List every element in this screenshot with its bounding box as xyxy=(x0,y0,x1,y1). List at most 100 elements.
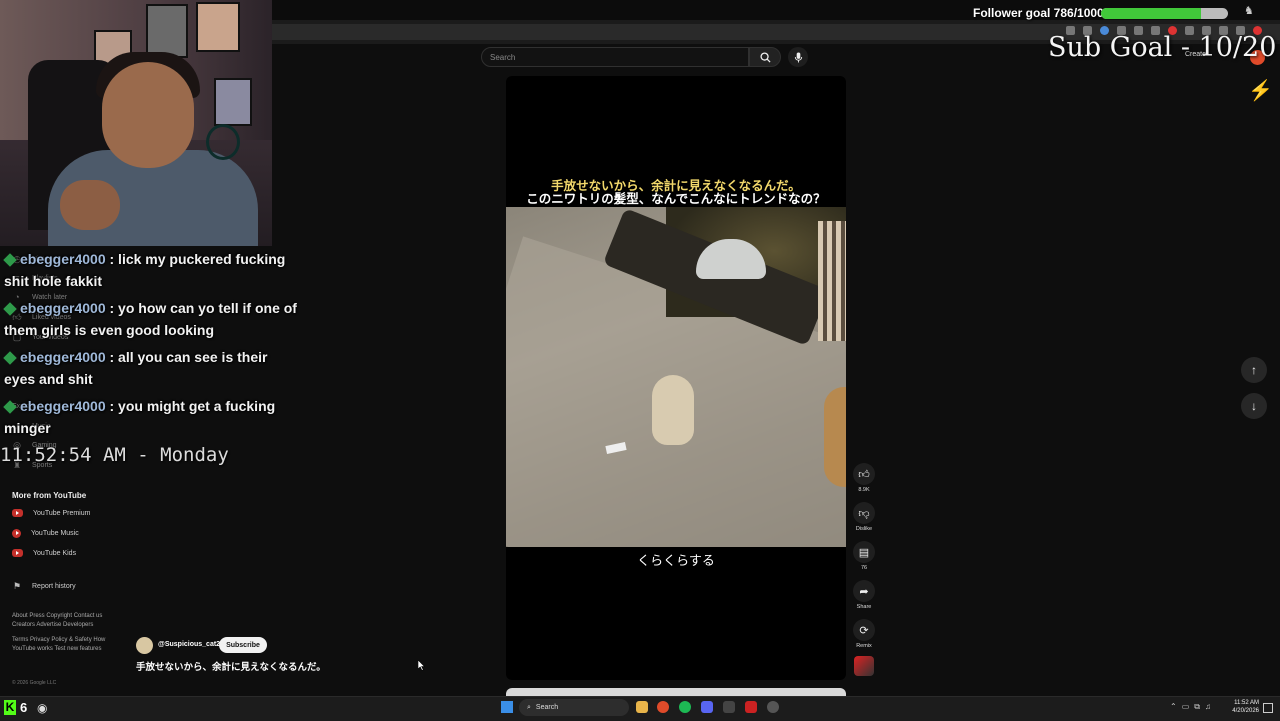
channel-name[interactable]: @Suspicious_cat2 xyxy=(158,641,220,648)
eye-icon: ◉ xyxy=(37,701,48,715)
sub-goal-label: Sub Goal - 10/20 xyxy=(1048,32,1277,63)
wall-poster xyxy=(214,78,252,126)
sidebar-item-youtube-music[interactable]: YouTube Music xyxy=(12,529,79,538)
kick-icon: K xyxy=(4,700,16,715)
chrome-icon[interactable] xyxy=(657,701,669,713)
dislike-label: Dislike xyxy=(855,526,873,532)
footer-links-primary[interactable]: About Press Copyright Contact us Creator… xyxy=(12,612,112,630)
streamer-hand xyxy=(60,180,120,230)
copyright: © 2026 Google LLC xyxy=(12,680,57,686)
chat-message: ebegger4000 : you might get a fucking mi… xyxy=(3,395,300,439)
search-icon: ⌕ xyxy=(527,703,531,711)
windows-start-icon[interactable] xyxy=(501,701,513,713)
chat-message: ebegger4000 : all you can see is their e… xyxy=(3,346,300,390)
taskbar-time: 11:52 AM xyxy=(1234,700,1259,706)
channel-avatar[interactable] xyxy=(136,637,153,654)
stream-chat: ebegger4000 : lick my puckered fucking s… xyxy=(3,248,300,444)
next-short-button[interactable]: ↓ xyxy=(1241,393,1267,419)
stream-clock: 11:52:54 AM - Monday xyxy=(0,444,229,466)
sidebar-item-youtube-kids[interactable]: YouTube Kids xyxy=(12,549,76,557)
video-title[interactable]: 手放せないから、余計に見えなくなるんだ。 xyxy=(136,659,326,673)
share-icon: ➦ xyxy=(853,580,875,602)
youtube-kids-icon xyxy=(12,549,23,557)
wall-poster xyxy=(146,4,188,58)
caption-bottom: くらくらする xyxy=(637,553,715,568)
audio-app-icon[interactable] xyxy=(723,701,735,713)
share-button[interactable]: ➦ Share xyxy=(852,580,876,610)
sidebar-item-youtube-premium[interactable]: YouTube Premium xyxy=(12,509,90,517)
remix-label: Remix xyxy=(856,643,872,649)
thumbs-up-icon: 👍︎ xyxy=(853,463,875,485)
system-tray[interactable]: ⌃▭⧉♫ xyxy=(1170,702,1216,712)
video-frame[interactable] xyxy=(506,207,846,547)
share-label: Share xyxy=(856,604,872,610)
subscriber-badge-icon xyxy=(3,253,17,268)
subscribe-button[interactable]: Subscribe xyxy=(219,637,267,653)
lightning-icon: ⚡ xyxy=(1248,80,1273,102)
follower-goal-bar xyxy=(1101,8,1228,19)
sidebar-item-label: YouTube Premium xyxy=(33,509,91,517)
chat-message: ebegger4000 : lick my puckered fucking s… xyxy=(3,248,300,292)
sidebar-item-label: YouTube Music xyxy=(31,530,79,537)
chat-username: ebegger4000 xyxy=(20,398,106,414)
chat-username: ebegger4000 xyxy=(20,251,106,267)
youtube-premium-icon xyxy=(12,509,23,517)
arrow-down-icon: ↓ xyxy=(1251,399,1257,413)
discord-icon[interactable] xyxy=(701,701,713,713)
like-count: 8.9K xyxy=(858,487,870,493)
remix-button[interactable]: ⟳ Remix xyxy=(852,619,876,649)
wall-poster xyxy=(196,2,240,52)
previous-short-button[interactable]: ↑ xyxy=(1241,357,1267,383)
spotify-icon[interactable] xyxy=(679,701,691,713)
follower-goal-label: Follower goal 786/1000 xyxy=(973,6,1104,20)
subscriber-badge-icon xyxy=(3,351,17,366)
sidebar-item-label: Report history xyxy=(32,582,76,590)
chat-message: ebegger4000 : yo how can yo tell if one … xyxy=(3,297,300,341)
subscriber-badge-icon xyxy=(3,302,17,317)
headset xyxy=(206,124,240,160)
shorts-player[interactable]: 手放せないから、余計に見えなくなるんだ。 このニワトリの髪型、なんでこんなにトレ… xyxy=(506,76,846,680)
like-button[interactable]: 👍︎ 8.9K xyxy=(852,463,876,493)
remix-icon: ⟳ xyxy=(853,619,875,641)
file-explorer-icon[interactable] xyxy=(636,701,648,713)
second-chicken xyxy=(824,387,846,487)
footer-links[interactable]: About Press Copyright Contact us Creator… xyxy=(12,612,112,654)
taskbar-search[interactable]: ⌕ Search xyxy=(519,699,629,716)
app-icon[interactable] xyxy=(767,701,779,713)
search-input[interactable]: Search xyxy=(481,47,749,67)
caption-yellow: 手放せないから、余計に見えなくなるんだ。 xyxy=(551,179,801,193)
youtube-music-icon xyxy=(12,529,21,538)
kick-logo-icon: ♞ xyxy=(1244,5,1254,17)
search-icon xyxy=(759,51,771,63)
taskbar-date: 4/20/2026 xyxy=(1232,708,1259,714)
webcam-feed xyxy=(0,0,272,246)
footer-links-secondary[interactable]: Terms Privacy Policy & Safety How YouTub… xyxy=(12,636,112,654)
voice-search-button[interactable] xyxy=(788,47,808,67)
chat-username: ebegger4000 xyxy=(20,349,106,365)
follower-goal-fill xyxy=(1101,8,1201,19)
taskbar-clock[interactable]: 11:52 AM 4/20/2026 xyxy=(1231,699,1259,715)
comment-count: 76 xyxy=(860,565,868,571)
wooden-fence xyxy=(818,221,846,341)
subscriber-badge-icon xyxy=(3,400,17,415)
flag-icon: ⚑ xyxy=(12,580,22,591)
sidebar-item-label: YouTube Kids xyxy=(33,549,77,557)
viewer-count: 6 xyxy=(20,700,28,715)
more-from-youtube-heading: More from YouTube xyxy=(12,491,87,500)
mouse-cursor-icon xyxy=(418,660,425,671)
sound-thumbnail[interactable] xyxy=(854,656,874,676)
comments-button[interactable]: ▤ 76 xyxy=(852,541,876,571)
comment-icon: ▤ xyxy=(853,541,875,563)
chicken xyxy=(652,375,694,445)
recording-app-icon[interactable] xyxy=(745,701,757,713)
caption-white: このニワトリの髪型、なんでこんなにトレンドなの？ xyxy=(526,192,826,206)
sidebar-item-report-history[interactable]: ⚑ Report history xyxy=(12,581,76,591)
arrow-up-icon: ↑ xyxy=(1251,363,1257,377)
search-button[interactable] xyxy=(749,47,781,67)
dislike-button[interactable]: 👎︎ Dislike xyxy=(852,502,876,532)
notification-icon[interactable] xyxy=(1263,703,1273,713)
taskbar-search-label: Search xyxy=(535,704,559,711)
mic-icon xyxy=(794,51,802,63)
streamer-face xyxy=(102,62,194,168)
chat-username: ebegger4000 xyxy=(20,300,106,316)
